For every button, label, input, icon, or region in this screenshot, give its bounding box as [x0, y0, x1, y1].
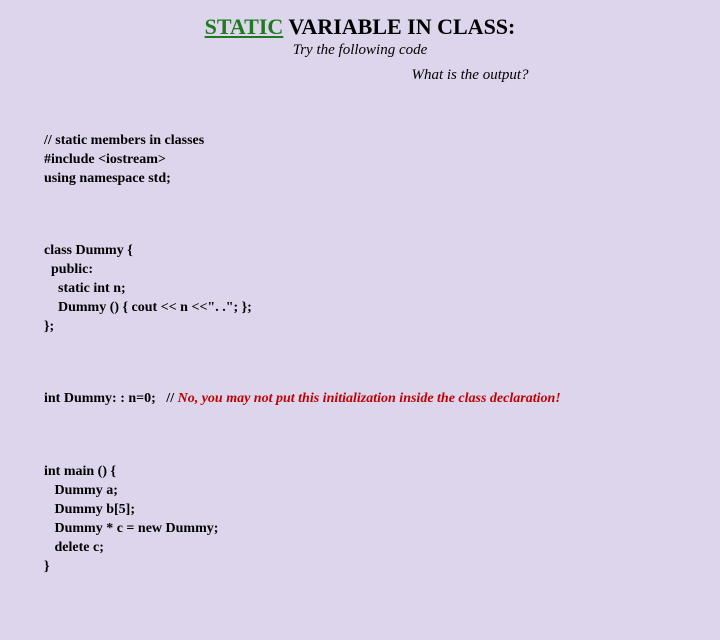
- code-area: // static members in classes #include <i…: [44, 94, 676, 630]
- code-block-init: int Dummy: : n=0; // No, you may not put…: [44, 390, 676, 409]
- code-init-comment: No, you may not put this initialization …: [178, 391, 561, 406]
- title-rest: VARIABLE IN CLASS:: [283, 14, 515, 39]
- code-block-includes: // static members in classes #include <i…: [44, 132, 676, 189]
- slide: STATIC VARIABLE IN CLASS: Try the follow…: [0, 0, 720, 640]
- question-text: What is the output?: [264, 67, 676, 84]
- title-static-word: STATIC: [205, 14, 284, 39]
- page-title: STATIC VARIABLE IN CLASS:: [44, 14, 676, 40]
- code-block-class: class Dummy { public: static int n; Dumm…: [44, 242, 676, 336]
- subtitle: Try the following code: [44, 42, 676, 59]
- code-init-prefix: int Dummy: : n=0; //: [44, 391, 178, 406]
- code-block-main: int main () { Dummy a; Dummy b[5]; Dummy…: [44, 463, 676, 576]
